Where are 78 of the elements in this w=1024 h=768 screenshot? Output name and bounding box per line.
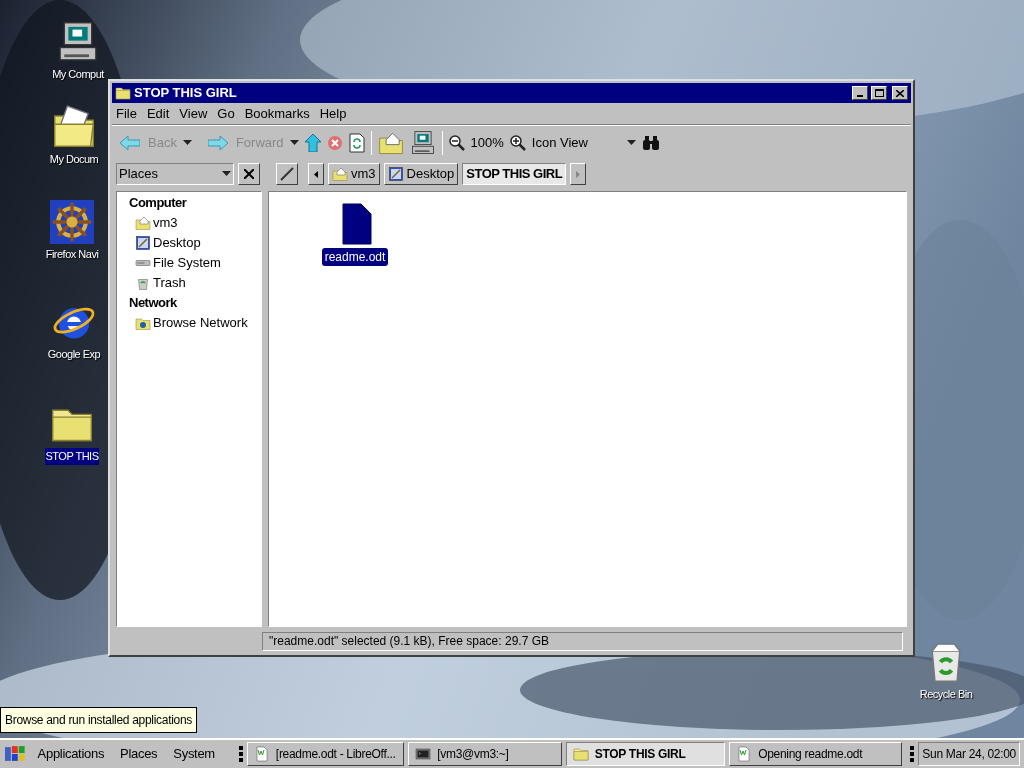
path-button[interactable]: STOP THIS GIRL [462,163,567,185]
folder-icon [115,85,131,101]
stop-icon[interactable] [326,134,343,151]
pencil-icon [280,167,294,181]
task-button[interactable]: Opening readme.odt [729,742,903,766]
menu-item[interactable]: File [112,103,141,124]
computer-icon [56,20,100,64]
section-heading: Computer [129,194,188,212]
zoom-level: 100% [470,133,504,152]
minimize-button[interactable] [852,86,868,100]
caret-icon [626,139,636,146]
zoom-out-icon[interactable] [448,134,465,151]
writer-icon [736,746,753,762]
reload-icon[interactable] [348,132,365,153]
home-folder-icon [135,215,151,231]
zoom-in-icon[interactable] [509,134,526,151]
sidebar-item[interactable]: Trash [129,273,261,293]
forward-arrow-icon [207,135,228,150]
section-heading: Network [129,294,178,312]
up-arrow-icon[interactable] [304,133,321,152]
task-button[interactable]: [readme.odt - LibreOff... [246,742,405,766]
terminal-icon [415,746,432,762]
maximize-button[interactable] [871,86,887,100]
writer-icon [253,746,270,762]
scroll-right-button[interactable] [570,163,587,185]
menu-logo-icon[interactable] [4,744,28,764]
left-arrow-icon [314,170,318,178]
desktop-icon [135,235,151,251]
icon-label[interactable]: My Docum [48,151,100,168]
folder-icon [572,746,589,762]
menu-item[interactable]: Go [213,103,239,124]
edit-location-button[interactable] [276,163,298,185]
close-sidebar-button[interactable] [238,163,260,185]
sidebar-item[interactable]: vm3 [129,213,261,233]
ship-wheel-icon [50,200,94,244]
caret-icon[interactable] [289,139,299,146]
computer-icon [409,129,436,156]
home-folder-icon [332,166,348,182]
icon-label[interactable]: Firefox Navi [44,246,100,263]
task-button[interactable]: STOP THIS GIRL [565,742,726,766]
close-icon [244,169,254,179]
panel-handle-icon [910,746,915,762]
caret-icon [222,171,231,177]
icon-label[interactable]: Recycle Bin [918,686,974,703]
back-arrow-icon [120,135,140,150]
clock[interactable]: Sun Mar 24, 02:00 [918,742,1020,766]
network-folder-icon [135,315,151,331]
search-icon[interactable] [641,134,660,151]
places-dropdown[interactable]: Places [116,163,234,185]
sidebar-item[interactable]: Browse Network [129,313,261,333]
documents-folder-icon [52,105,96,149]
panel-menu[interactable]: Places [114,744,164,764]
desktop-icon [387,166,404,182]
status-bar: "readme.odt" selected (9.1 kB), Free space: 29.7 GB [262,631,903,651]
menu-item[interactable]: View [175,103,212,124]
close-button[interactable] [892,86,908,100]
task-button[interactable]: [vm3@vm3:~] [408,742,562,766]
path-button[interactable]: vm3 [328,163,380,185]
close-icon [896,89,904,97]
panel-handle-icon [238,746,243,762]
window-title: STOP THIS GIRL [134,84,238,103]
menu-item[interactable]: Edit [142,103,174,124]
path-button[interactable]: Desktop [383,163,459,185]
menu-item[interactable]: Bookmarks [240,103,314,124]
panel-menu[interactable]: System [167,744,221,764]
tooltip: Browse and run installed applications [0,707,198,733]
icon-label[interactable]: Google Exp [46,346,102,363]
icon-label[interactable]: My Comput [51,66,105,83]
menu-item[interactable]: Help [315,103,351,124]
sidebar-item[interactable]: File System [129,253,261,273]
icon-label[interactable]: STOP THIS [44,448,100,465]
panel-menu[interactable]: Applications [31,744,111,764]
right-arrow-icon [576,170,581,178]
view-dropdown[interactable]: Icon View [531,132,636,153]
file-name[interactable]: readme.odt [321,248,389,266]
caret-icon[interactable] [182,139,192,146]
sidebar-item[interactable]: Desktop [129,233,261,253]
scroll-left-button[interactable] [308,163,324,185]
